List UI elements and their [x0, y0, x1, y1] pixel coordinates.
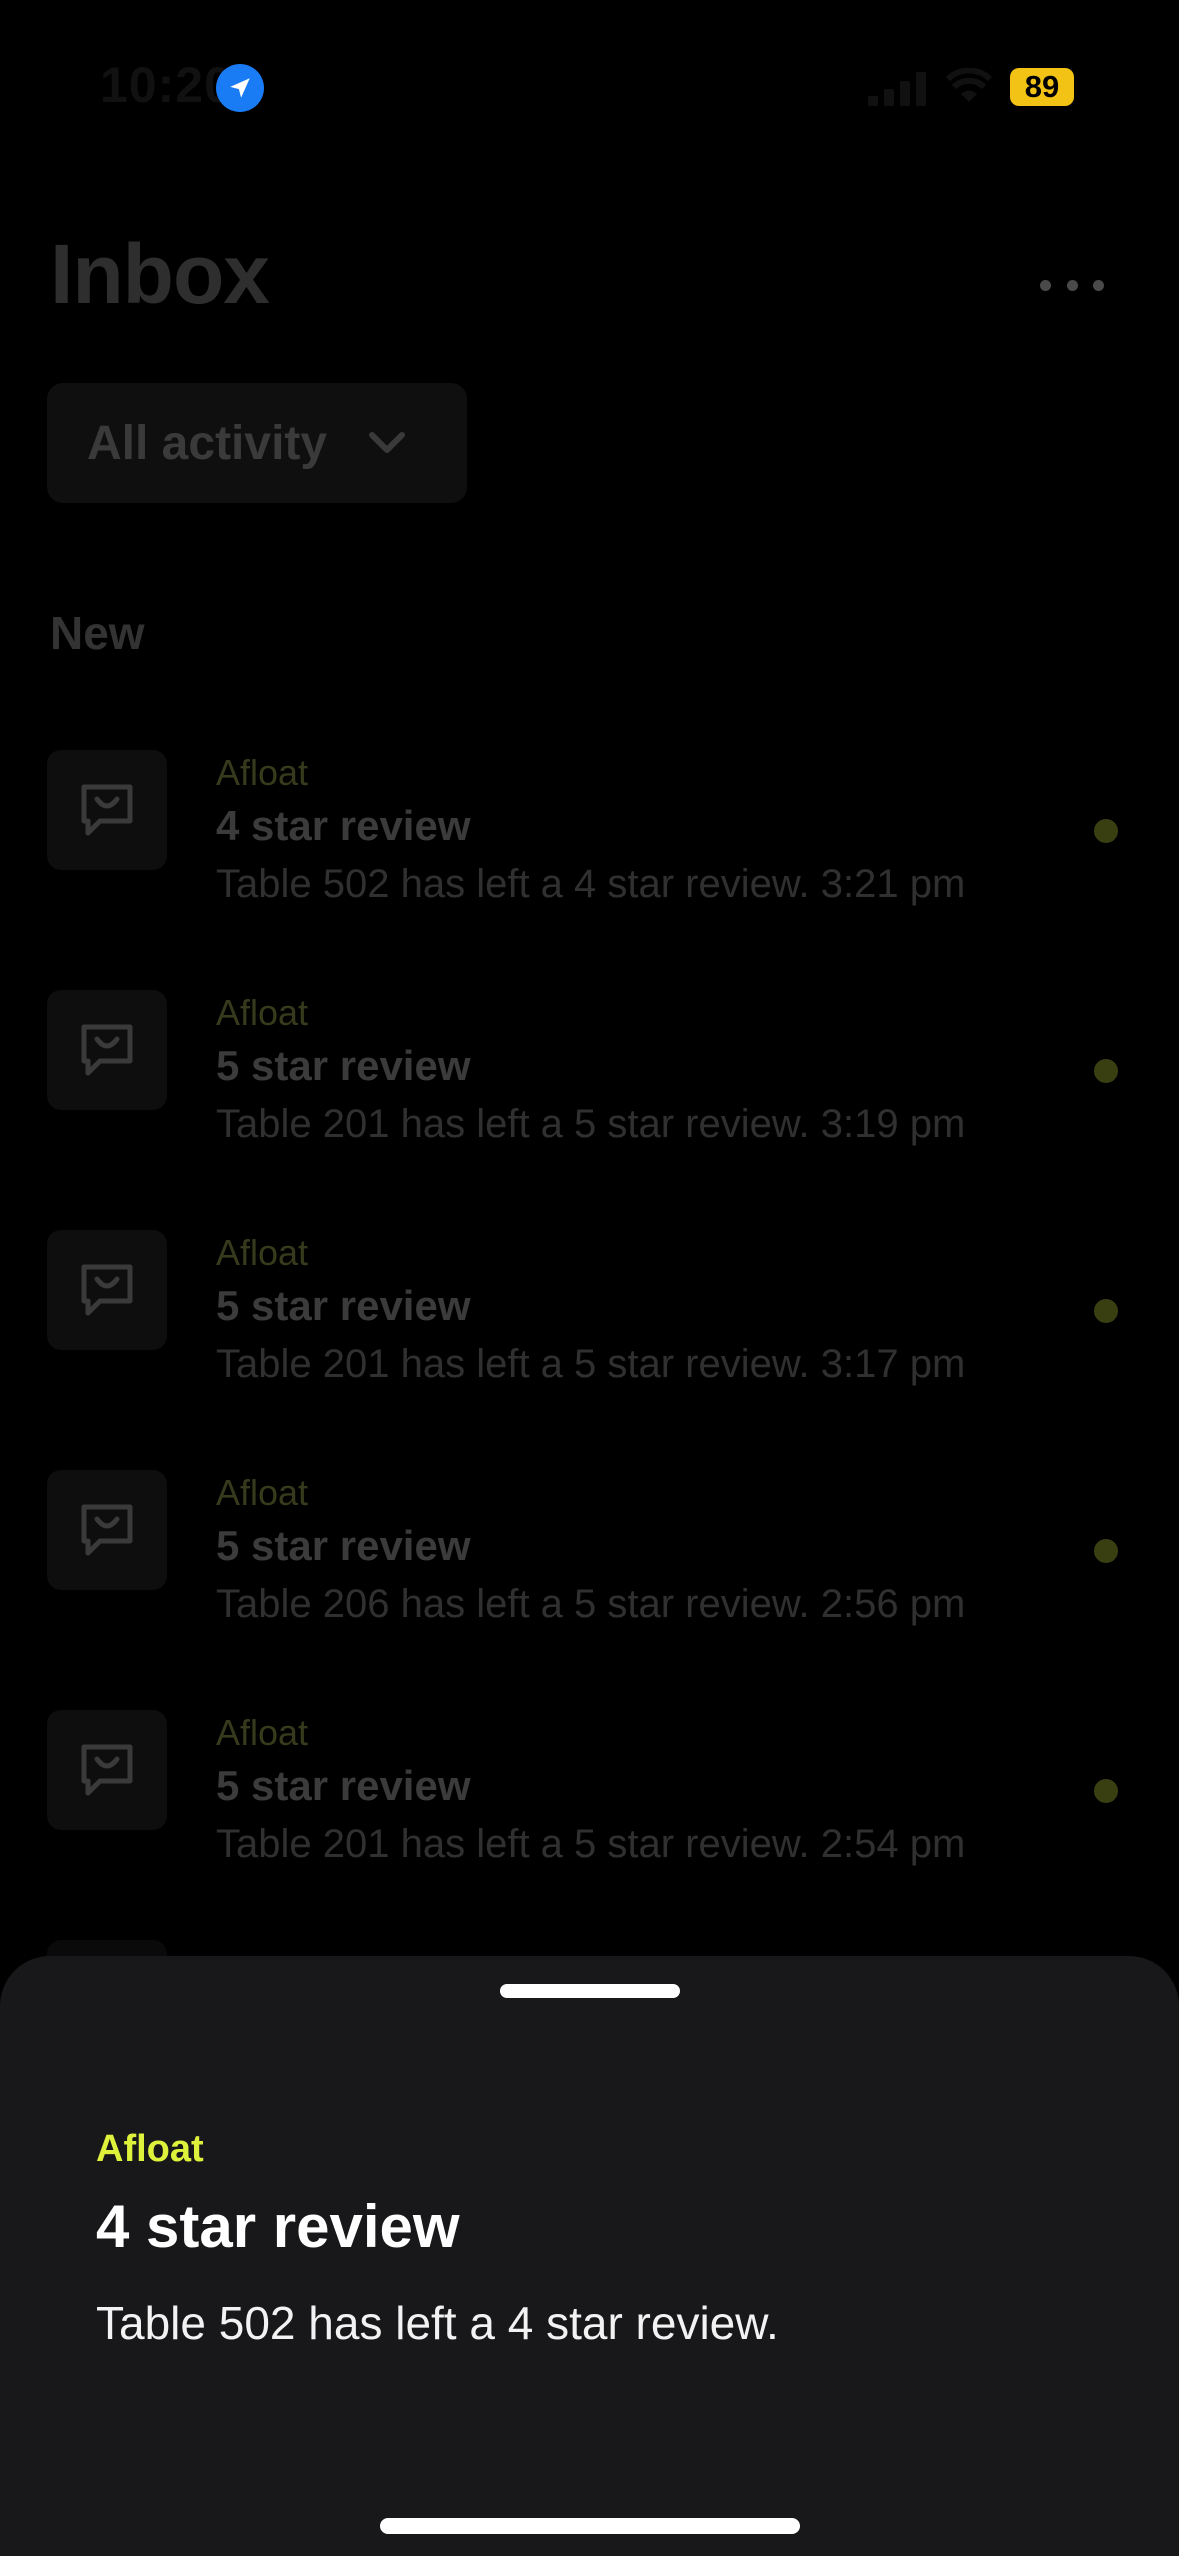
- review-chat-icon: [47, 1470, 167, 1590]
- item-body: Table 206 has left a 5 star review. 2:56…: [216, 1582, 966, 1626]
- sheet-title: 4 star review: [96, 2193, 460, 2260]
- unread-indicator: [1094, 1299, 1118, 1323]
- battery-level: 89: [1024, 69, 1060, 104]
- item-title: 5 star review: [216, 1282, 471, 1329]
- more-options-button[interactable]: [1040, 260, 1104, 310]
- status-bar: 10:20 89: [0, 0, 1179, 175]
- item-source: Afloat: [216, 992, 309, 1033]
- inbox-item[interactable]: Afloat 5 star review Table 201 has left …: [0, 980, 1179, 1200]
- item-source: Afloat: [216, 752, 309, 793]
- item-title: 5 star review: [216, 1522, 471, 1569]
- item-body: Table 201 has left a 5 star review. 3:19…: [216, 1102, 966, 1146]
- item-title: 5 star review: [216, 1042, 471, 1089]
- notification-detail-sheet[interactable]: Afloat 4 star review Table 502 has left …: [0, 1956, 1179, 2556]
- screen: 10:20 89 Inbox All activity New Afloat 4…: [0, 0, 1179, 2556]
- review-chat-icon: [47, 750, 167, 870]
- location-arrow-icon: [216, 64, 264, 112]
- filter-label: All activity: [87, 416, 328, 470]
- review-chat-icon: [47, 990, 167, 1110]
- item-body: Table 201 has left a 5 star review. 3:17…: [216, 1342, 966, 1386]
- status-time: 10:20: [100, 57, 233, 113]
- battery-icon: 89: [1010, 68, 1074, 106]
- ellipsis-icon: [1040, 279, 1051, 291]
- review-chat-icon: [47, 1230, 167, 1350]
- unread-indicator: [1094, 1539, 1118, 1563]
- item-title: 5 star review: [216, 1762, 471, 1809]
- cellular-signal-icon: [868, 72, 926, 106]
- sheet-body: Table 502 has left a 4 star review.: [96, 2297, 779, 2349]
- item-title: 4 star review: [216, 802, 471, 849]
- inbox-item[interactable]: Afloat 5 star review Table 201 has left …: [0, 1700, 1179, 1920]
- inbox-item[interactable]: Afloat 5 star review Table 206 has left …: [0, 1460, 1179, 1680]
- item-source: Afloat: [216, 1232, 309, 1273]
- item-source: Afloat: [216, 1712, 309, 1753]
- item-source: Afloat: [216, 1472, 309, 1513]
- sheet-source: Afloat: [96, 2128, 204, 2170]
- unread-indicator: [1094, 819, 1118, 843]
- sheet-drag-handle[interactable]: [500, 1984, 680, 1998]
- home-indicator[interactable]: [380, 2518, 800, 2534]
- inbox-item[interactable]: Afloat 4 star review Table 502 has left …: [0, 740, 1179, 960]
- item-body: Table 201 has left a 5 star review. 2:54…: [216, 1822, 966, 1866]
- wifi-icon: [946, 68, 992, 102]
- unread-indicator: [1094, 1059, 1118, 1083]
- review-chat-icon: [47, 1710, 167, 1830]
- page-title: Inbox: [50, 227, 270, 321]
- chevron-down-icon: [369, 432, 406, 453]
- item-body: Table 502 has left a 4 star review. 3:21…: [216, 862, 966, 906]
- inbox-item[interactable]: Afloat 5 star review Table 201 has left …: [0, 1220, 1179, 1440]
- activity-filter-dropdown[interactable]: All activity: [47, 383, 467, 503]
- unread-indicator: [1094, 1779, 1118, 1803]
- section-title-new: New: [50, 607, 145, 659]
